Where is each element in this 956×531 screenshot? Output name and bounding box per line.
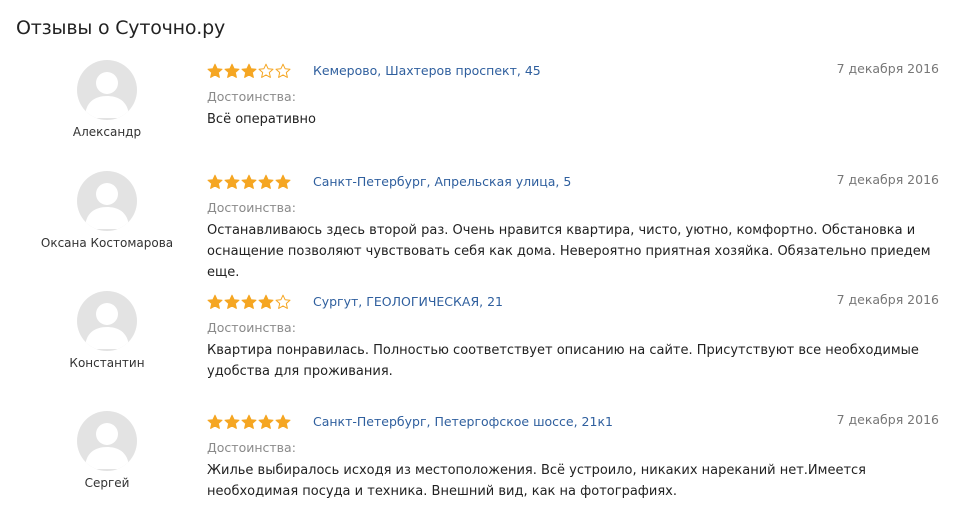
star-filled-icon [275, 174, 291, 189]
review-location-link[interactable]: Санкт-Петербург, Петергофское шоссе, 21к… [313, 414, 613, 429]
review-text: Жилье выбиралось исходя из местоположени… [207, 463, 867, 499]
star-filled-icon [224, 294, 240, 309]
star-empty-icon [275, 63, 291, 78]
avatar [77, 291, 137, 351]
star-filled-icon [224, 174, 240, 189]
star-filled-icon [224, 414, 240, 429]
avatar [77, 60, 137, 120]
review-item: Оксана Костомарова Санкт-Петербург, Апре… [0, 171, 956, 291]
review-date: 7 декабря 2016 [836, 61, 939, 76]
star-filled-icon [241, 174, 257, 189]
star-filled-icon [224, 63, 240, 78]
review-location-link[interactable]: Санкт-Петербург, Апрельская улица, 5 [313, 174, 571, 189]
page-title: Отзывы о Суточно.ру [16, 17, 226, 39]
star-filled-icon [241, 414, 257, 429]
star-rating [207, 294, 291, 310]
star-rating [207, 63, 291, 79]
review-author: Александр [72, 125, 142, 139]
pros-label: Достоинства: [207, 200, 296, 215]
user-silhouette-icon [85, 303, 129, 349]
review-text: Всё оперативно [207, 112, 317, 127]
star-filled-icon [258, 294, 274, 309]
star-filled-icon [207, 414, 223, 429]
review-item: Александр Кемерово, Шахтеров проспект, 4… [0, 60, 956, 180]
star-filled-icon [258, 414, 274, 429]
review-text: Останавливаюсь здесь второй раз. Очень н… [207, 223, 931, 280]
review-author: Константин [69, 356, 145, 370]
review-author: Оксана Костомарова [40, 236, 174, 250]
star-rating [207, 174, 291, 190]
review-date: 7 декабря 2016 [836, 292, 939, 307]
star-filled-icon [207, 174, 223, 189]
avatar [77, 171, 137, 231]
user-silhouette-icon [85, 183, 129, 229]
star-filled-icon [207, 294, 223, 309]
star-filled-icon [241, 63, 257, 78]
star-filled-icon [241, 294, 257, 309]
star-rating [207, 414, 291, 430]
review-item: Сергей Санкт-Петербург, Петергофское шос… [0, 411, 956, 531]
review-date: 7 декабря 2016 [836, 172, 939, 187]
pros-label: Достоинства: [207, 440, 296, 455]
star-filled-icon [275, 414, 291, 429]
star-empty-icon [275, 294, 291, 309]
star-filled-icon [258, 174, 274, 189]
review-author: Сергей [84, 476, 130, 490]
review-date: 7 декабря 2016 [836, 412, 939, 427]
user-silhouette-icon [85, 423, 129, 469]
avatar [77, 411, 137, 471]
review-item: Константин Сургут, ГЕОЛОГИЧЕСКАЯ, 21 7 д… [0, 291, 956, 411]
star-filled-icon [207, 63, 223, 78]
review-location-link[interactable]: Сургут, ГЕОЛОГИЧЕСКАЯ, 21 [313, 294, 503, 309]
pros-label: Достоинства: [207, 320, 296, 335]
review-location-link[interactable]: Кемерово, Шахтеров проспект, 45 [313, 63, 541, 78]
star-empty-icon [258, 63, 274, 78]
user-silhouette-icon [85, 72, 129, 118]
review-text: Квартира понравилась. Полностью соответс… [207, 343, 919, 379]
pros-label: Достоинства: [207, 89, 296, 104]
